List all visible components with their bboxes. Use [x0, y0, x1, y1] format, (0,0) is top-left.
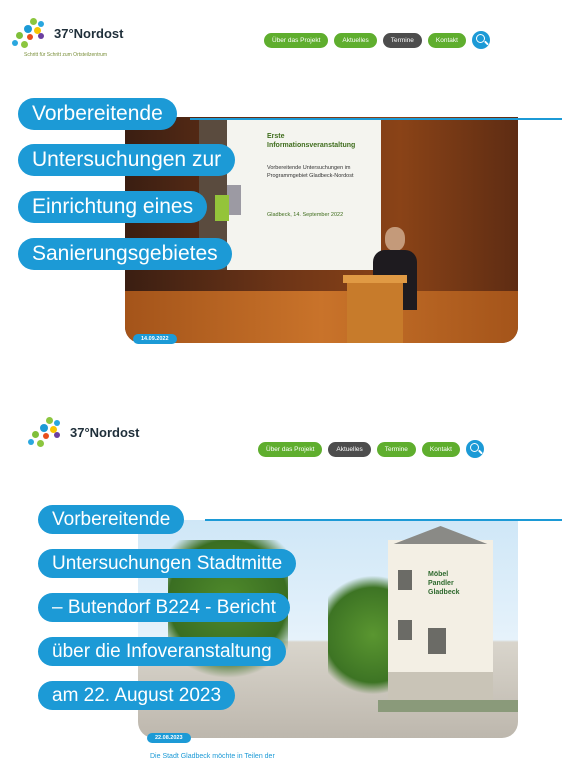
nav-events[interactable]: Termine: [376, 441, 416, 457]
title-line-1[interactable]: Vorbereitende: [18, 98, 177, 130]
title-line-2[interactable]: Untersuchungen zur: [18, 144, 236, 176]
nav-contact[interactable]: Kontakt: [421, 441, 460, 457]
brand-name: 37°Nordost: [54, 25, 124, 41]
title-accent-line: [190, 118, 562, 120]
search-icon[interactable]: [471, 31, 490, 49]
speaker-head: [385, 227, 405, 251]
nav-about[interactable]: Über das Projekt: [258, 441, 323, 457]
stage-floor: [125, 291, 518, 343]
article-date: 22.08.2023: [147, 733, 191, 743]
main-nav: Über das Projekt Aktuelles Termine Konta…: [258, 440, 484, 458]
title-line-3[interactable]: – Butendorf B224 - Bericht: [38, 593, 290, 622]
nav-about[interactable]: Über das Projekt: [264, 32, 329, 48]
nav-news[interactable]: Aktuelles: [334, 32, 377, 48]
news-card-1: 37°Nordost Schritt für Schritt zum Ortst…: [0, 0, 562, 360]
fence: [378, 700, 518, 712]
slide-body: Vorbereitende Untersuchungen im Programm…: [267, 165, 354, 179]
site-logo[interactable]: 37°Nordost: [10, 16, 124, 50]
news-card-2: 37°Nordost Über das Projekt Aktuelles Te…: [0, 415, 562, 765]
title-line-5[interactable]: am 22. August 2023: [38, 681, 236, 710]
title-accent-line: [205, 519, 562, 521]
logo-leaf-icon: [10, 16, 52, 50]
title-line-3[interactable]: Einrichtung eines: [18, 191, 208, 223]
nav-contact[interactable]: Kontakt: [427, 32, 466, 48]
article-teaser[interactable]: Die Stadt Gladbeck möchte in Teilen der: [150, 753, 275, 760]
nav-events[interactable]: Termine: [382, 32, 422, 48]
building-sign: Möbel Pandler Gladbeck: [428, 571, 460, 596]
title-line-4[interactable]: Sanierungsgebietes: [18, 238, 232, 270]
nav-news[interactable]: Aktuelles: [328, 441, 371, 457]
main-nav: Über das Projekt Aktuelles Termine Konta…: [264, 31, 490, 49]
site-logo[interactable]: 37°Nordost: [26, 415, 140, 449]
slide-date: Gladbeck, 14. September 2022: [267, 212, 344, 218]
title-line-2[interactable]: Untersuchungen Stadtmitte: [38, 549, 297, 578]
lectern: [347, 279, 403, 343]
slide-heading: Erste Informationsveranstaltung: [267, 133, 356, 149]
brand-subtitle: Schritt für Schritt zum Ortsteilzentrum: [24, 52, 108, 58]
article-date: 14.09.2022: [133, 334, 177, 344]
brand-name: 37°Nordost: [70, 424, 140, 440]
title-line-4[interactable]: über die Infoveranstaltung: [38, 637, 286, 666]
search-icon[interactable]: [465, 440, 484, 458]
building: Möbel Pandler Gladbeck: [388, 526, 493, 708]
logo-leaf-icon: [26, 415, 68, 449]
title-line-1[interactable]: Vorbereitende: [38, 505, 185, 534]
